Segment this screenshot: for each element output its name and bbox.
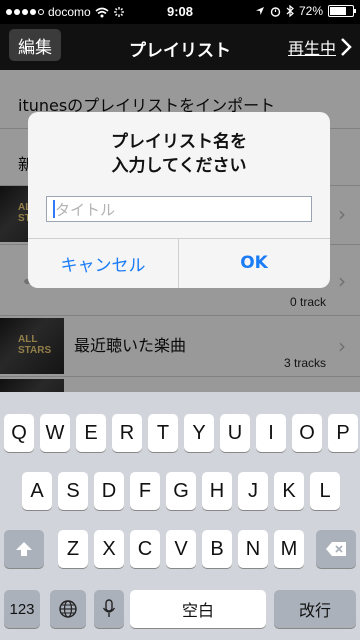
alarm-icon bbox=[270, 6, 281, 17]
keyboard: Q W E R T Y U I O P A S D F G H J K L Z … bbox=[0, 392, 360, 640]
battery-icon bbox=[328, 5, 356, 17]
microphone-icon bbox=[102, 599, 116, 617]
backspace-icon bbox=[326, 542, 346, 556]
key-e[interactable]: E bbox=[76, 414, 106, 452]
bluetooth-icon bbox=[286, 5, 294, 17]
key-o[interactable]: O bbox=[292, 414, 322, 452]
key-n[interactable]: N bbox=[238, 530, 268, 568]
key-m[interactable]: M bbox=[274, 530, 304, 568]
key-b[interactable]: B bbox=[202, 530, 232, 568]
location-arrow-icon bbox=[255, 7, 264, 15]
key-h[interactable]: H bbox=[202, 472, 232, 510]
key-j[interactable]: J bbox=[238, 472, 268, 510]
dialog-message: プレイリスト名を 入力してください bbox=[28, 130, 330, 178]
battery-percent: 72% bbox=[298, 4, 323, 18]
title-field[interactable] bbox=[46, 196, 312, 222]
shift-icon bbox=[16, 542, 32, 556]
key-l[interactable]: L bbox=[310, 472, 340, 510]
key-v[interactable]: V bbox=[166, 530, 196, 568]
now-playing-button[interactable]: 再生中 bbox=[288, 35, 352, 59]
key-d[interactable]: D bbox=[94, 472, 124, 510]
chevron-right-icon bbox=[341, 38, 352, 56]
space-key[interactable]: 空白 bbox=[130, 590, 266, 628]
key-c[interactable]: C bbox=[130, 530, 160, 568]
dialog-message-line-2: 入力してください bbox=[111, 156, 247, 176]
key-g[interactable]: G bbox=[166, 472, 196, 510]
key-x[interactable]: X bbox=[94, 530, 124, 568]
numbers-key[interactable]: 123 bbox=[4, 590, 40, 628]
key-t[interactable]: T bbox=[148, 414, 178, 452]
key-a[interactable]: A bbox=[22, 472, 52, 510]
cancel-button[interactable]: キャンセル bbox=[28, 238, 178, 288]
ok-button[interactable]: OK bbox=[179, 238, 329, 288]
globe-icon bbox=[59, 600, 77, 618]
key-y[interactable]: Y bbox=[184, 414, 214, 452]
status-right: 72% bbox=[255, 4, 356, 18]
shift-key[interactable] bbox=[4, 530, 44, 568]
navigation-bar: 編集 プレイリスト 再生中 bbox=[0, 24, 360, 70]
title-input[interactable] bbox=[53, 198, 307, 222]
key-q[interactable]: Q bbox=[4, 414, 34, 452]
key-p[interactable]: P bbox=[328, 414, 358, 452]
dictation-key[interactable] bbox=[94, 590, 124, 628]
playlist-name-dialog: プレイリスト名を 入力してください キャンセル OK bbox=[28, 112, 330, 288]
key-s[interactable]: S bbox=[58, 472, 88, 510]
key-i[interactable]: I bbox=[256, 414, 286, 452]
dialog-message-line-1: プレイリスト名を bbox=[111, 132, 247, 152]
now-playing-label: 再生中 bbox=[287, 39, 336, 58]
key-r[interactable]: R bbox=[112, 414, 142, 452]
text-caret bbox=[53, 200, 55, 218]
return-key[interactable]: 改行 bbox=[274, 590, 356, 628]
key-z[interactable]: Z bbox=[58, 530, 88, 568]
status-bar: docomo 9:08 72% bbox=[0, 0, 360, 24]
globe-key[interactable] bbox=[50, 590, 86, 628]
key-k[interactable]: K bbox=[274, 472, 304, 510]
key-u[interactable]: U bbox=[220, 414, 250, 452]
key-w[interactable]: W bbox=[40, 414, 70, 452]
backspace-key[interactable] bbox=[316, 530, 356, 568]
key-f[interactable]: F bbox=[130, 472, 160, 510]
